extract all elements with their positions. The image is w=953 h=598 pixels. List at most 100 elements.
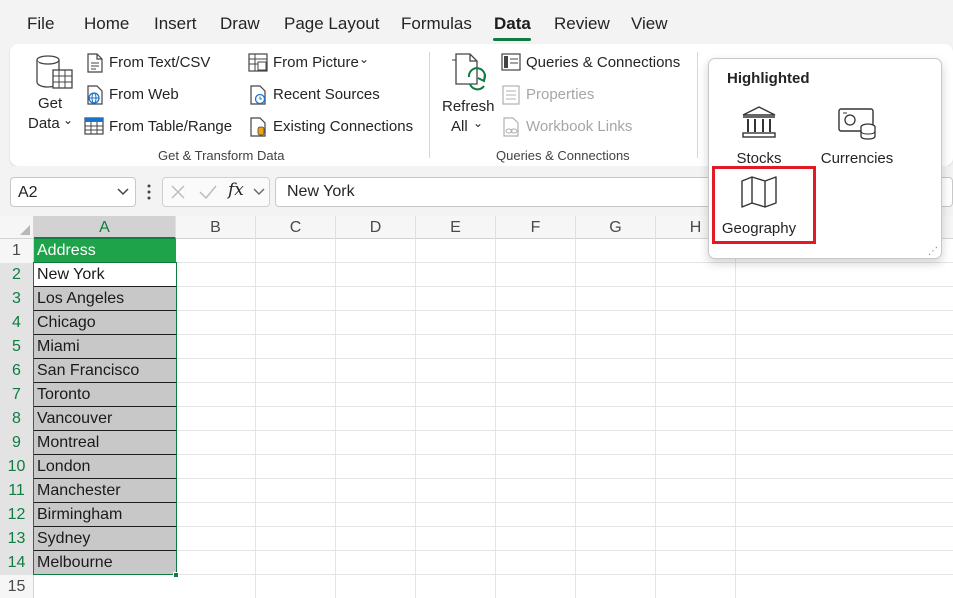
get-data-label[interactable]: Get <box>38 95 62 112</box>
database-icon <box>36 55 73 89</box>
cell-a4[interactable]: Chicago <box>34 311 176 335</box>
queries-connections-button[interactable]: Queries & Connections <box>526 54 680 71</box>
row-header[interactable]: 6 <box>0 359 34 383</box>
chevron-down-icon[interactable]: ⌄ <box>63 113 73 127</box>
row-header[interactable]: 3 <box>0 287 34 311</box>
chevron-down-icon[interactable]: ⌄ <box>473 116 483 130</box>
gridline <box>176 574 953 575</box>
row-header[interactable]: 2 <box>0 263 34 287</box>
name-box[interactable]: A2 <box>10 177 136 207</box>
cell-a10[interactable]: London <box>34 455 176 479</box>
row-header[interactable]: 4 <box>0 311 34 335</box>
stocks-data-type-button[interactable]: Stocks <box>711 103 807 171</box>
currencies-data-type-button[interactable]: Currencies <box>809 103 905 171</box>
gridline <box>335 239 336 598</box>
gridline <box>735 239 736 598</box>
cell-a6[interactable]: San Francisco <box>34 359 176 383</box>
queries-connections-icon <box>501 53 521 71</box>
cell-a14[interactable]: Melbourne <box>34 551 176 575</box>
row-header[interactable]: 8 <box>0 407 34 431</box>
gridline <box>176 382 953 383</box>
gridline <box>495 239 496 598</box>
stocks-label: Stocks <box>736 150 782 167</box>
from-web-button[interactable]: From Web <box>109 86 179 103</box>
cell-a1[interactable]: Address <box>34 239 176 263</box>
gridline <box>255 239 256 598</box>
chevron-down-icon[interactable] <box>117 188 129 196</box>
from-table-range-button[interactable]: From Table/Range <box>109 118 232 135</box>
cell-a12[interactable]: Birmingham <box>34 503 176 527</box>
column-header-d[interactable]: D <box>336 216 416 239</box>
column-header-f[interactable]: F <box>496 216 576 239</box>
cell-a11[interactable]: Manchester <box>34 479 176 503</box>
cell-a9[interactable]: Montreal <box>34 431 176 455</box>
enter-check-icon[interactable] <box>198 184 218 200</box>
get-data-button[interactable]: Data <box>28 115 60 132</box>
group-divider <box>429 52 430 158</box>
refresh-label[interactable]: Refresh <box>442 98 495 115</box>
chevron-down-icon[interactable] <box>253 188 265 196</box>
stocks-icon <box>742 106 776 138</box>
tab-data[interactable]: Data <box>494 14 531 34</box>
row-header[interactable]: 5 <box>0 335 34 359</box>
menu-bar <box>0 0 953 46</box>
refresh-all-button[interactable]: All <box>451 118 468 135</box>
cell-a7[interactable]: Toronto <box>34 383 176 407</box>
corner-triangle-icon <box>20 225 30 235</box>
row-header[interactable]: 1 <box>0 239 34 263</box>
gridline <box>176 310 953 311</box>
gridline <box>575 239 576 598</box>
row-header[interactable]: 14 <box>0 551 34 575</box>
row-header[interactable]: 10 <box>0 455 34 479</box>
cell-a13[interactable]: Sydney <box>34 527 176 551</box>
cell-a2[interactable]: New York <box>34 263 176 287</box>
column-header-b[interactable]: B <box>176 216 256 239</box>
column-header-e[interactable]: E <box>416 216 496 239</box>
row-header[interactable]: 12 <box>0 503 34 527</box>
row-header[interactable]: 7 <box>0 383 34 407</box>
text-file-icon <box>87 53 103 73</box>
column-header-c[interactable]: C <box>256 216 336 239</box>
column-header-g[interactable]: G <box>576 216 656 239</box>
existing-connections-button[interactable]: Existing Connections <box>273 118 413 135</box>
tab-formulas[interactable]: Formulas <box>401 14 472 34</box>
group-divider <box>697 52 698 158</box>
gridline <box>176 406 953 407</box>
tab-file[interactable]: File <box>27 14 54 34</box>
row-header[interactable]: 11 <box>0 479 34 503</box>
workbook-links-icon <box>503 117 519 137</box>
insert-function-button[interactable]: fx <box>228 180 244 200</box>
fill-handle[interactable] <box>173 572 179 578</box>
cell-a5[interactable]: Miami <box>34 335 176 359</box>
cell-a3[interactable]: Los Angeles <box>34 287 176 311</box>
gridline <box>176 286 953 287</box>
gridline <box>176 334 953 335</box>
tab-draw[interactable]: Draw <box>220 14 260 34</box>
row-header[interactable]: 13 <box>0 527 34 551</box>
more-options-icon[interactable] <box>146 183 152 201</box>
chevron-down-icon[interactable]: ⌄ <box>359 52 369 66</box>
from-picture-button[interactable]: From Picture <box>273 54 359 71</box>
highlight-box <box>712 166 816 244</box>
tab-page-layout[interactable]: Page Layout <box>284 14 379 34</box>
gridline <box>176 262 953 263</box>
tab-view[interactable]: View <box>631 14 668 34</box>
workbook-links-button[interactable]: Workbook Links <box>526 118 632 135</box>
row-header[interactable]: 15 <box>0 575 34 598</box>
column-header-a[interactable]: A <box>34 216 176 239</box>
from-text-csv-button[interactable]: From Text/CSV <box>109 54 210 71</box>
gridline <box>176 430 953 431</box>
cell-a8[interactable]: Vancouver <box>34 407 176 431</box>
row-header[interactable]: 9 <box>0 431 34 455</box>
properties-button[interactable]: Properties <box>526 86 594 103</box>
tab-home[interactable]: Home <box>84 14 129 34</box>
refresh-all-icon <box>452 53 486 91</box>
gridline <box>176 526 953 527</box>
cancel-icon[interactable] <box>170 184 186 200</box>
tab-review[interactable]: Review <box>554 14 610 34</box>
resize-grip-icon[interactable]: ⋰ <box>928 246 938 257</box>
select-all-corner[interactable] <box>0 216 34 239</box>
recent-sources-button[interactable]: Recent Sources <box>273 86 380 103</box>
tab-insert[interactable]: Insert <box>154 14 197 34</box>
currencies-label: Currencies <box>820 150 894 167</box>
